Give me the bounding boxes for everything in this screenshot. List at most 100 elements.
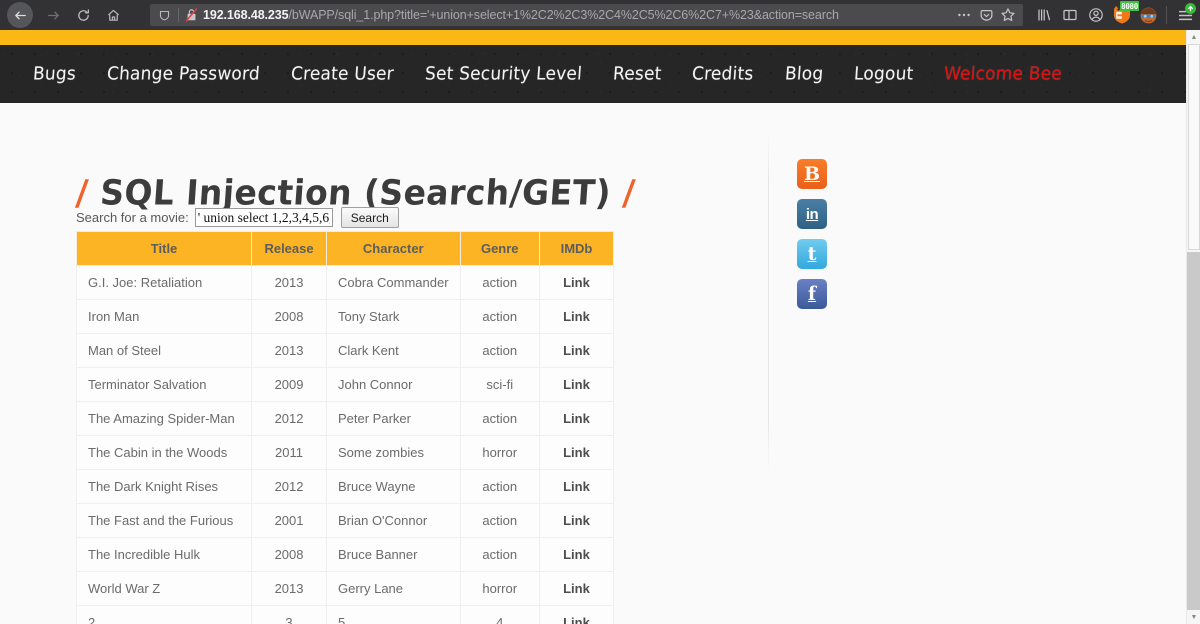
- movie-results-table: Title Release Character Genre IMDb G.I. …: [75, 231, 615, 624]
- shield-icon[interactable]: [154, 7, 174, 23]
- imdb-link[interactable]: Link: [563, 513, 590, 528]
- imdb-cell: Link: [538, 571, 615, 606]
- nav-item-create-user[interactable]: Create User: [290, 63, 394, 84]
- imdb-link[interactable]: Link: [563, 343, 590, 358]
- reload-icon: [77, 8, 89, 21]
- table-row: The Dark Knight Rises 2012 Bruce Wayne acti…: [75, 469, 615, 504]
- home-icon: [107, 9, 119, 21]
- url-text[interactable]: 192.168.48.235/bWAPP/sqli_1.php?title='+…: [203, 8, 953, 22]
- url-host: 192.168.48.235: [203, 8, 289, 22]
- address-bar[interactable]: 192.168.48.235/bWAPP/sqli_1.php?title='+…: [150, 4, 1023, 26]
- genre-cell: action: [459, 299, 540, 334]
- nav-item-bugs[interactable]: Bugs: [32, 63, 76, 84]
- app-menu-button[interactable]: [1172, 0, 1198, 30]
- welcome-user-label: Welcome Bee: [943, 63, 1064, 85]
- nav-item-logout[interactable]: Logout: [853, 63, 914, 84]
- account-icon[interactable]: [1083, 0, 1109, 30]
- character-cell: Some zombies: [325, 435, 461, 470]
- scrollbar-down-arrow[interactable]: ▼: [1187, 610, 1200, 624]
- scrollbar-up-arrow[interactable]: ▲: [1187, 30, 1200, 44]
- imdb-link[interactable]: Link: [563, 309, 590, 324]
- broken-lock-icon[interactable]: [183, 7, 199, 23]
- browser-toolbar: 192.168.48.235/bWAPP/sqli_1.php?title='+…: [0, 0, 1200, 30]
- release-year-cell: 2012: [251, 401, 327, 436]
- genre-cell: horror: [459, 435, 540, 470]
- release-year-cell: 2001: [251, 503, 327, 538]
- character-cell: Bruce Wayne: [325, 469, 461, 504]
- sidebar-icon[interactable]: [1057, 0, 1083, 30]
- table-row: The Cabin in the Woods 2011 Some zombies ho…: [75, 435, 615, 470]
- release-year-cell: 2012: [251, 469, 327, 504]
- imdb-link[interactable]: Link: [563, 615, 590, 624]
- table-row: Man of Steel 2013 Clark Kent action Link: [75, 333, 615, 368]
- imdb-link[interactable]: Link: [563, 275, 590, 290]
- facebook-icon[interactable]: f: [797, 279, 827, 309]
- movie-title-cell: Man of Steel: [75, 333, 253, 368]
- bookmark-star-icon[interactable]: [997, 4, 1019, 26]
- extension-foxyproxy-icon[interactable]: 8080: [1109, 0, 1139, 30]
- scrollbar-thumb[interactable]: [1188, 44, 1200, 250]
- column-header-release[interactable]: Release: [251, 231, 327, 266]
- toolbar-separator: [1166, 6, 1167, 24]
- library-icon[interactable]: [1031, 0, 1057, 30]
- search-input[interactable]: [194, 208, 333, 227]
- imdb-cell: Link: [538, 435, 615, 470]
- character-cell: Brian O'Connor: [325, 503, 461, 538]
- home-button[interactable]: [98, 0, 128, 30]
- content-divider: [768, 135, 769, 471]
- nav-item-reset[interactable]: Reset: [612, 63, 662, 84]
- genre-cell: action: [459, 469, 540, 504]
- blogger-icon[interactable]: B: [797, 159, 827, 189]
- twitter-icon[interactable]: t: [797, 239, 827, 269]
- movie-title-cell: Iron Man: [75, 299, 253, 334]
- genre-cell: 4: [459, 605, 540, 624]
- search-label: Search for a movie:: [76, 210, 189, 225]
- release-year-cell: 3: [251, 605, 327, 624]
- movie-title-cell: The Dark Knight Rises: [75, 469, 253, 504]
- linkedin-icon[interactable]: in: [797, 199, 827, 229]
- release-year-cell: 2009: [251, 367, 327, 402]
- column-header-imdb[interactable]: IMDb: [538, 231, 615, 266]
- genre-cell: action: [459, 333, 540, 368]
- imdb-link[interactable]: Link: [563, 479, 590, 494]
- imdb-link[interactable]: Link: [563, 547, 590, 562]
- nav-item-change-password[interactable]: Change Password: [106, 63, 260, 84]
- imdb-cell: Link: [538, 605, 615, 624]
- forward-button[interactable]: [38, 0, 68, 30]
- column-header-genre[interactable]: Genre: [459, 231, 540, 266]
- back-button[interactable]: [7, 2, 33, 28]
- movie-title-cell: The Amazing Spider-Man: [75, 401, 253, 436]
- page-content: / SQL Injection (Search/GET) / Search fo…: [0, 103, 1186, 624]
- extension-user-agent-icon[interactable]: [1135, 0, 1161, 30]
- reload-button[interactable]: [68, 0, 98, 30]
- genre-cell: horror: [459, 571, 540, 606]
- character-cell: Tony Stark: [325, 299, 461, 334]
- imdb-cell: Link: [538, 469, 615, 504]
- page-scrollbar[interactable]: ▲ ▼: [1186, 30, 1200, 624]
- imdb-link[interactable]: Link: [563, 411, 590, 426]
- imdb-link[interactable]: Link: [563, 377, 590, 392]
- scrollbar-track[interactable]: [1187, 252, 1200, 610]
- table-header-row: Title Release Character Genre IMDb: [75, 231, 615, 266]
- table-head: Title Release Character Genre IMDb: [75, 231, 615, 266]
- navigation-buttons: [0, 0, 128, 30]
- up-arrow-icon: [1188, 5, 1193, 12]
- release-year-cell: 2008: [251, 537, 327, 572]
- table-row: Iron Man 2008 Tony Stark action Link: [75, 299, 615, 334]
- nav-item-set-security-level[interactable]: Set Security Level: [424, 63, 582, 84]
- imdb-link[interactable]: Link: [563, 445, 590, 460]
- movie-title-cell: The Fast and the Furious: [75, 503, 253, 538]
- pocket-icon[interactable]: [975, 4, 997, 26]
- page-viewport: Bugs Change Password Create User Set Sec…: [0, 30, 1200, 624]
- imdb-link[interactable]: Link: [563, 581, 590, 596]
- column-header-character[interactable]: Character: [325, 231, 461, 266]
- site-navigation-bar: Bugs Change Password Create User Set Sec…: [0, 45, 1186, 103]
- column-header-title[interactable]: Title: [75, 231, 253, 266]
- nav-item-credits[interactable]: Credits: [691, 63, 754, 84]
- page-actions-icon[interactable]: [953, 4, 975, 26]
- nav-item-blog[interactable]: Blog: [784, 63, 824, 84]
- movie-title-cell: 2: [75, 605, 253, 624]
- search-button[interactable]: Search: [340, 207, 399, 228]
- movie-title-cell: G.I. Joe: Retaliation: [75, 265, 253, 300]
- movie-title-cell: Terminator Salvation: [75, 367, 253, 402]
